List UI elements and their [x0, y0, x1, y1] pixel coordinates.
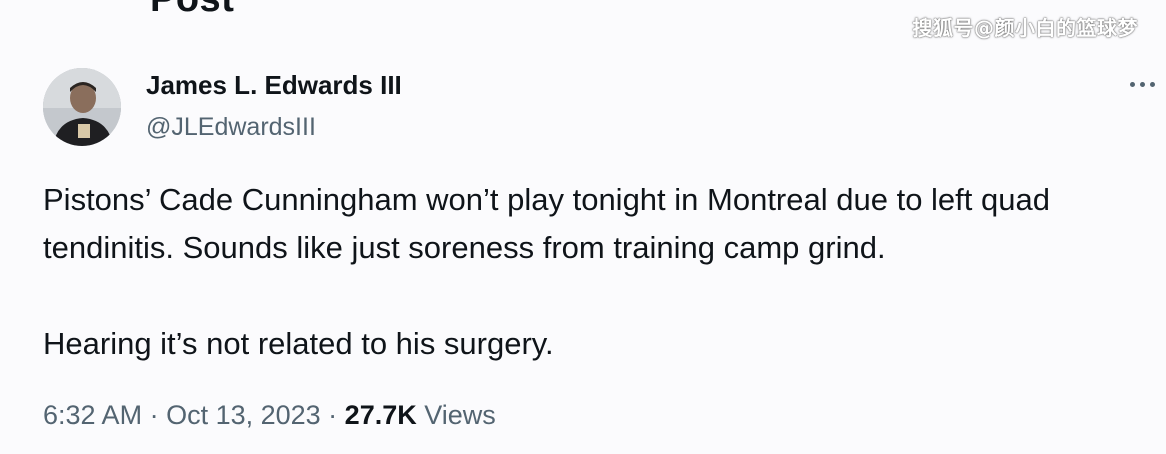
post-meta: 6:32 AM · Oct 13, 2023 · 27.7K Views: [43, 400, 496, 431]
avatar[interactable]: [43, 68, 121, 146]
meta-separator: ·: [142, 400, 167, 430]
avatar-image: [43, 68, 121, 146]
post-time[interactable]: 6:32 AM: [43, 400, 142, 430]
post-paragraph: Hearing it’s not related to his surgery.: [43, 326, 554, 361]
author-handle[interactable]: @JLEdwardsIII: [146, 113, 316, 142]
page-title: Post: [150, 0, 234, 21]
watermark: 搜狐号@颜小白的篮球梦: [912, 16, 1138, 40]
dot-icon: [1150, 81, 1155, 87]
views-label: Views: [424, 400, 496, 430]
post-paragraph: Pistons’ Cade Cunningham won’t play toni…: [43, 182, 1050, 265]
post-date[interactable]: Oct 13, 2023: [166, 400, 321, 430]
dot-icon: [1130, 81, 1135, 87]
more-horizontal-icon[interactable]: [1130, 72, 1166, 96]
tweet-card: James L. Edwards III @JLEdwardsIII Pisto…: [0, 58, 1166, 454]
author-name[interactable]: James L. Edwards III: [146, 70, 402, 101]
views-count: 27.7K: [344, 400, 417, 430]
dot-icon: [1140, 81, 1145, 87]
post-text: Pistons’ Cade Cunningham won’t play toni…: [43, 176, 1143, 368]
meta-separator: ·: [320, 400, 345, 430]
